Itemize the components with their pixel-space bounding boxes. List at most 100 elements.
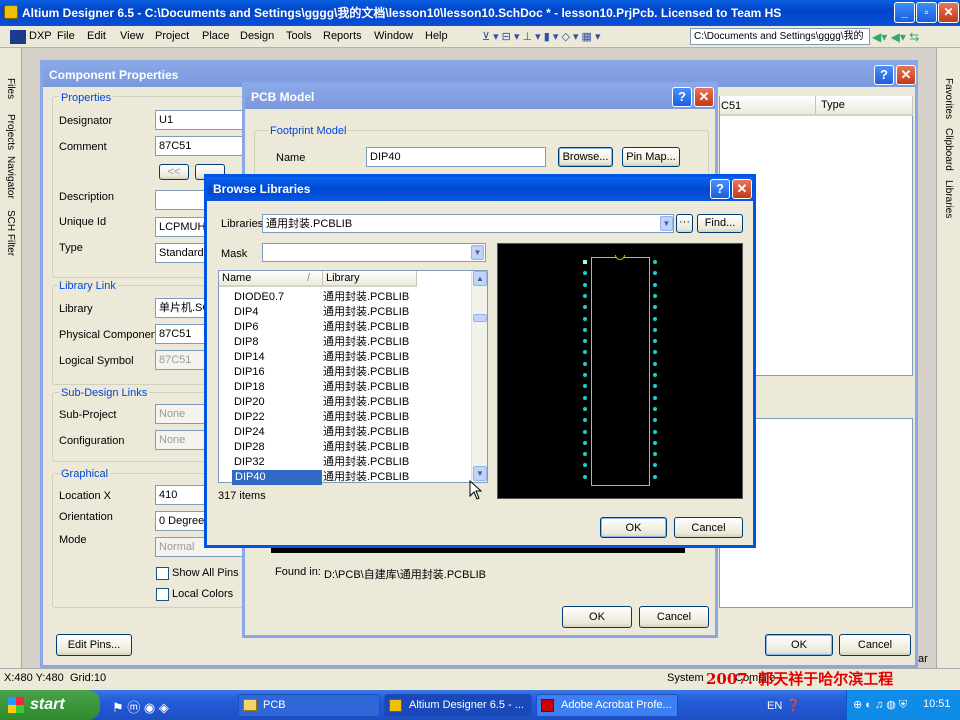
nav-back-icon[interactable]: ◀▾ ◀▾ ⇆ (872, 30, 919, 44)
list-item[interactable]: DIP32 通用封装.PCBLIB (219, 455, 471, 470)
help-icon[interactable]: ? (672, 87, 692, 107)
pad (583, 305, 587, 310)
ime-icons[interactable]: ❓ (786, 698, 801, 712)
chevron-down-icon[interactable]: ▼ (660, 216, 673, 231)
cancel-button[interactable]: Cancel (639, 606, 709, 628)
app-title: Altium Designer 6.5 - C:\Documents and S… (22, 6, 782, 20)
ok-button[interactable]: OK (562, 606, 632, 628)
list-item[interactable]: DIP18 通用封装.PCBLIB (219, 380, 471, 395)
type-column-header[interactable]: Type (816, 96, 913, 116)
taskbar-item-acrobat[interactable]: Adobe Acrobat Profe... (536, 694, 678, 717)
comment-label: Comment (59, 141, 107, 153)
menu-reports[interactable]: Reports (323, 30, 362, 42)
close-icon[interactable]: ✕ (732, 179, 752, 199)
tab-favorites[interactable]: Favorites (943, 78, 954, 119)
list-item[interactable]: DIP24 通用封装.PCBLIB (219, 425, 471, 440)
toolbar-icons[interactable]: ⊻ ▾ ⊟ ▾ ⊥ ▾ ▮ ▾ ◇ ▾ ▦ ▾ (482, 30, 601, 43)
pin-map-button[interactable]: Pin Map... (622, 147, 680, 167)
menu-tools[interactable]: Tools (286, 30, 312, 42)
c51-fragment: C51 (721, 100, 742, 112)
scroll-thumb[interactable] (473, 314, 487, 322)
menu-design[interactable]: Design (240, 30, 274, 42)
footprint-library: 通用封装.PCBLIB (323, 351, 410, 363)
library-options-button[interactable]: ··· (676, 214, 693, 233)
list-scrollbar[interactable]: ▲ ▼ (471, 271, 487, 482)
list-item[interactable]: DIP22 通用封装.PCBLIB (219, 410, 471, 425)
cancel-button[interactable]: Cancel (839, 634, 911, 656)
tab-projects[interactable]: Projects (5, 114, 16, 150)
menu-dxp[interactable]: DXP (29, 30, 52, 42)
type-label: Type (59, 242, 83, 254)
list-item[interactable]: DIP6 通用封装.PCBLIB (219, 320, 471, 335)
pad (583, 440, 587, 445)
list-item[interactable]: DIP8 通用封装.PCBLIB (219, 335, 471, 350)
edit-pins-button[interactable]: Edit Pins... (56, 634, 132, 656)
menu-file[interactable]: File (57, 30, 75, 42)
menu-help[interactable]: Help (425, 30, 448, 42)
tab-navigator[interactable]: Navigator (5, 156, 16, 199)
logical-symbol-label: Logical Symbol (59, 355, 134, 367)
quicklaunch-icons[interactable]: ⚑ ⓜ ◉ ◈ (112, 697, 169, 716)
libraries-select[interactable]: 通用封装.PCBLIB (262, 214, 674, 233)
prev-part-button[interactable]: << (159, 164, 189, 180)
menu-window[interactable]: Window (374, 30, 413, 42)
menu-edit[interactable]: Edit (87, 30, 106, 42)
local-colors-checkbox[interactable] (156, 588, 169, 601)
footprint-library: 通用封装.PCBLIB (323, 291, 410, 303)
tab-sch-filter[interactable]: SCH Filter (5, 210, 16, 256)
list-item[interactable]: DIP20 通用封装.PCBLIB (219, 395, 471, 410)
menu-place[interactable]: Place (202, 30, 230, 42)
designator-label: Designator (59, 115, 113, 127)
pad (583, 282, 587, 287)
footprint-name: DIP16 (234, 366, 265, 378)
ok-button[interactable]: OK (600, 517, 667, 538)
taskbar-item-pcb[interactable]: PCB (238, 694, 380, 717)
name-column-header[interactable]: Name / (219, 271, 323, 287)
taskbar-item-altium[interactable]: Altium Designer 6.5 - ... (384, 694, 532, 717)
scroll-down-icon[interactable]: ▼ (473, 466, 487, 481)
system-tab[interactable]: System (667, 672, 704, 684)
designator-field[interactable]: U1 (155, 110, 255, 130)
comment-field[interactable]: 87C51 (155, 136, 255, 156)
help-icon[interactable]: ? (710, 179, 730, 199)
library-column-header[interactable]: Library (323, 271, 417, 287)
footprint-library: 通用封装.PCBLIB (323, 441, 410, 453)
chevron-down-icon[interactable]: ▼ (471, 245, 484, 260)
app-icon (4, 5, 18, 19)
close-icon[interactable]: ✕ (938, 2, 959, 23)
cancel-button[interactable]: Cancel (674, 517, 743, 538)
list-item[interactable]: DIP28 通用封装.PCBLIB (219, 440, 471, 455)
browse-button[interactable]: Browse... (558, 147, 613, 167)
close-icon[interactable]: ✕ (694, 87, 714, 107)
footprint-name: DIP4 (234, 306, 259, 318)
list-item-selected[interactable]: DIP40 通用封装.PCBLIB (219, 470, 471, 485)
tray-icons[interactable]: ⊕ ◐ ♫ ◍ ⛨ (853, 698, 907, 712)
tab-clipboard[interactable]: Clipboard (943, 128, 954, 171)
menu-project[interactable]: Project (155, 30, 189, 42)
tab-files[interactable]: Files (5, 78, 16, 99)
mask-input[interactable] (262, 243, 486, 262)
show-all-pins-checkbox[interactable] (156, 567, 169, 580)
ok-button[interactable]: OK (765, 634, 833, 656)
document-path-field[interactable]: C:\Documents and Settings\gggg\我的 (690, 28, 870, 45)
list-item[interactable]: DIP14 通用封装.PCBLIB (219, 350, 471, 365)
list-item[interactable]: DIODE0.7 通用封装.PCBLIB (219, 290, 471, 305)
pad (653, 282, 657, 287)
language-indicator[interactable]: EN (767, 700, 782, 712)
start-button[interactable]: start (0, 690, 100, 720)
restore-button[interactable]: ▫ (916, 2, 937, 23)
menu-view[interactable]: View (120, 30, 144, 42)
tab-libraries[interactable]: Libraries (943, 180, 954, 218)
close-icon[interactable]: ✕ (896, 65, 916, 85)
minimize-button[interactable]: _ (894, 2, 915, 23)
help-icon[interactable]: ? (874, 65, 894, 85)
app-title-bar: Altium Designer 6.5 - C:\Documents and S… (0, 0, 960, 26)
footprint-name-label: Name (276, 152, 306, 164)
orientation-label: Orientation (59, 511, 113, 523)
list-item[interactable]: DIP4 通用封装.PCBLIB (219, 305, 471, 320)
status-fragment: ar (918, 653, 928, 665)
find-button[interactable]: Find... (697, 214, 743, 233)
footprint-name-field[interactable]: DIP40 (366, 147, 546, 167)
scroll-up-icon[interactable]: ▲ (473, 271, 487, 286)
list-item[interactable]: DIP16 通用封装.PCBLIB (219, 365, 471, 380)
